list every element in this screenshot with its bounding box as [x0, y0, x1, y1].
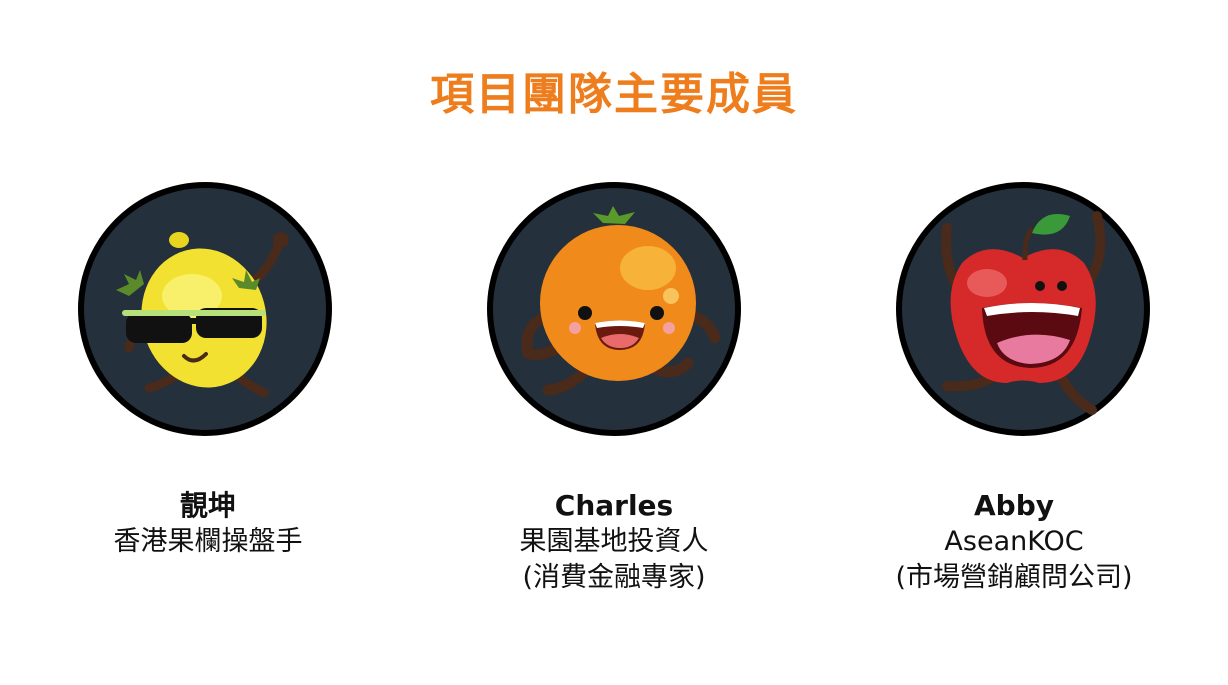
member-role-line: (市場營銷顧問公司)	[895, 562, 1133, 593]
apple-character-icon	[896, 182, 1150, 436]
member-card-2: Charles 果園基地投資人 (消費金融專家)	[434, 488, 794, 596]
slide-title: 項目團隊主要成員	[430, 69, 798, 120]
member-role-line: 果園基地投資人	[519, 526, 709, 557]
member-avatar-lemon	[74, 178, 336, 440]
member-role-line: (消費金融專家)	[522, 562, 706, 593]
member-card-1: 靚坤 香港果欄操盤手	[28, 488, 388, 560]
member-avatar-orange	[483, 178, 745, 440]
member-role-line: 香港果欄操盤手	[113, 526, 303, 557]
orange-character-icon	[487, 182, 741, 436]
member-card-3: Abby AseanKOC (市場營銷顧問公司)	[834, 488, 1194, 596]
member-avatar-apple	[892, 178, 1154, 440]
member-name: Charles	[554, 489, 674, 522]
member-name: 靚坤	[179, 489, 236, 522]
member-name: Abby	[973, 489, 1054, 522]
member-role-line: AseanKOC	[944, 526, 1084, 557]
lemon-with-sunglasses-icon	[78, 182, 332, 436]
